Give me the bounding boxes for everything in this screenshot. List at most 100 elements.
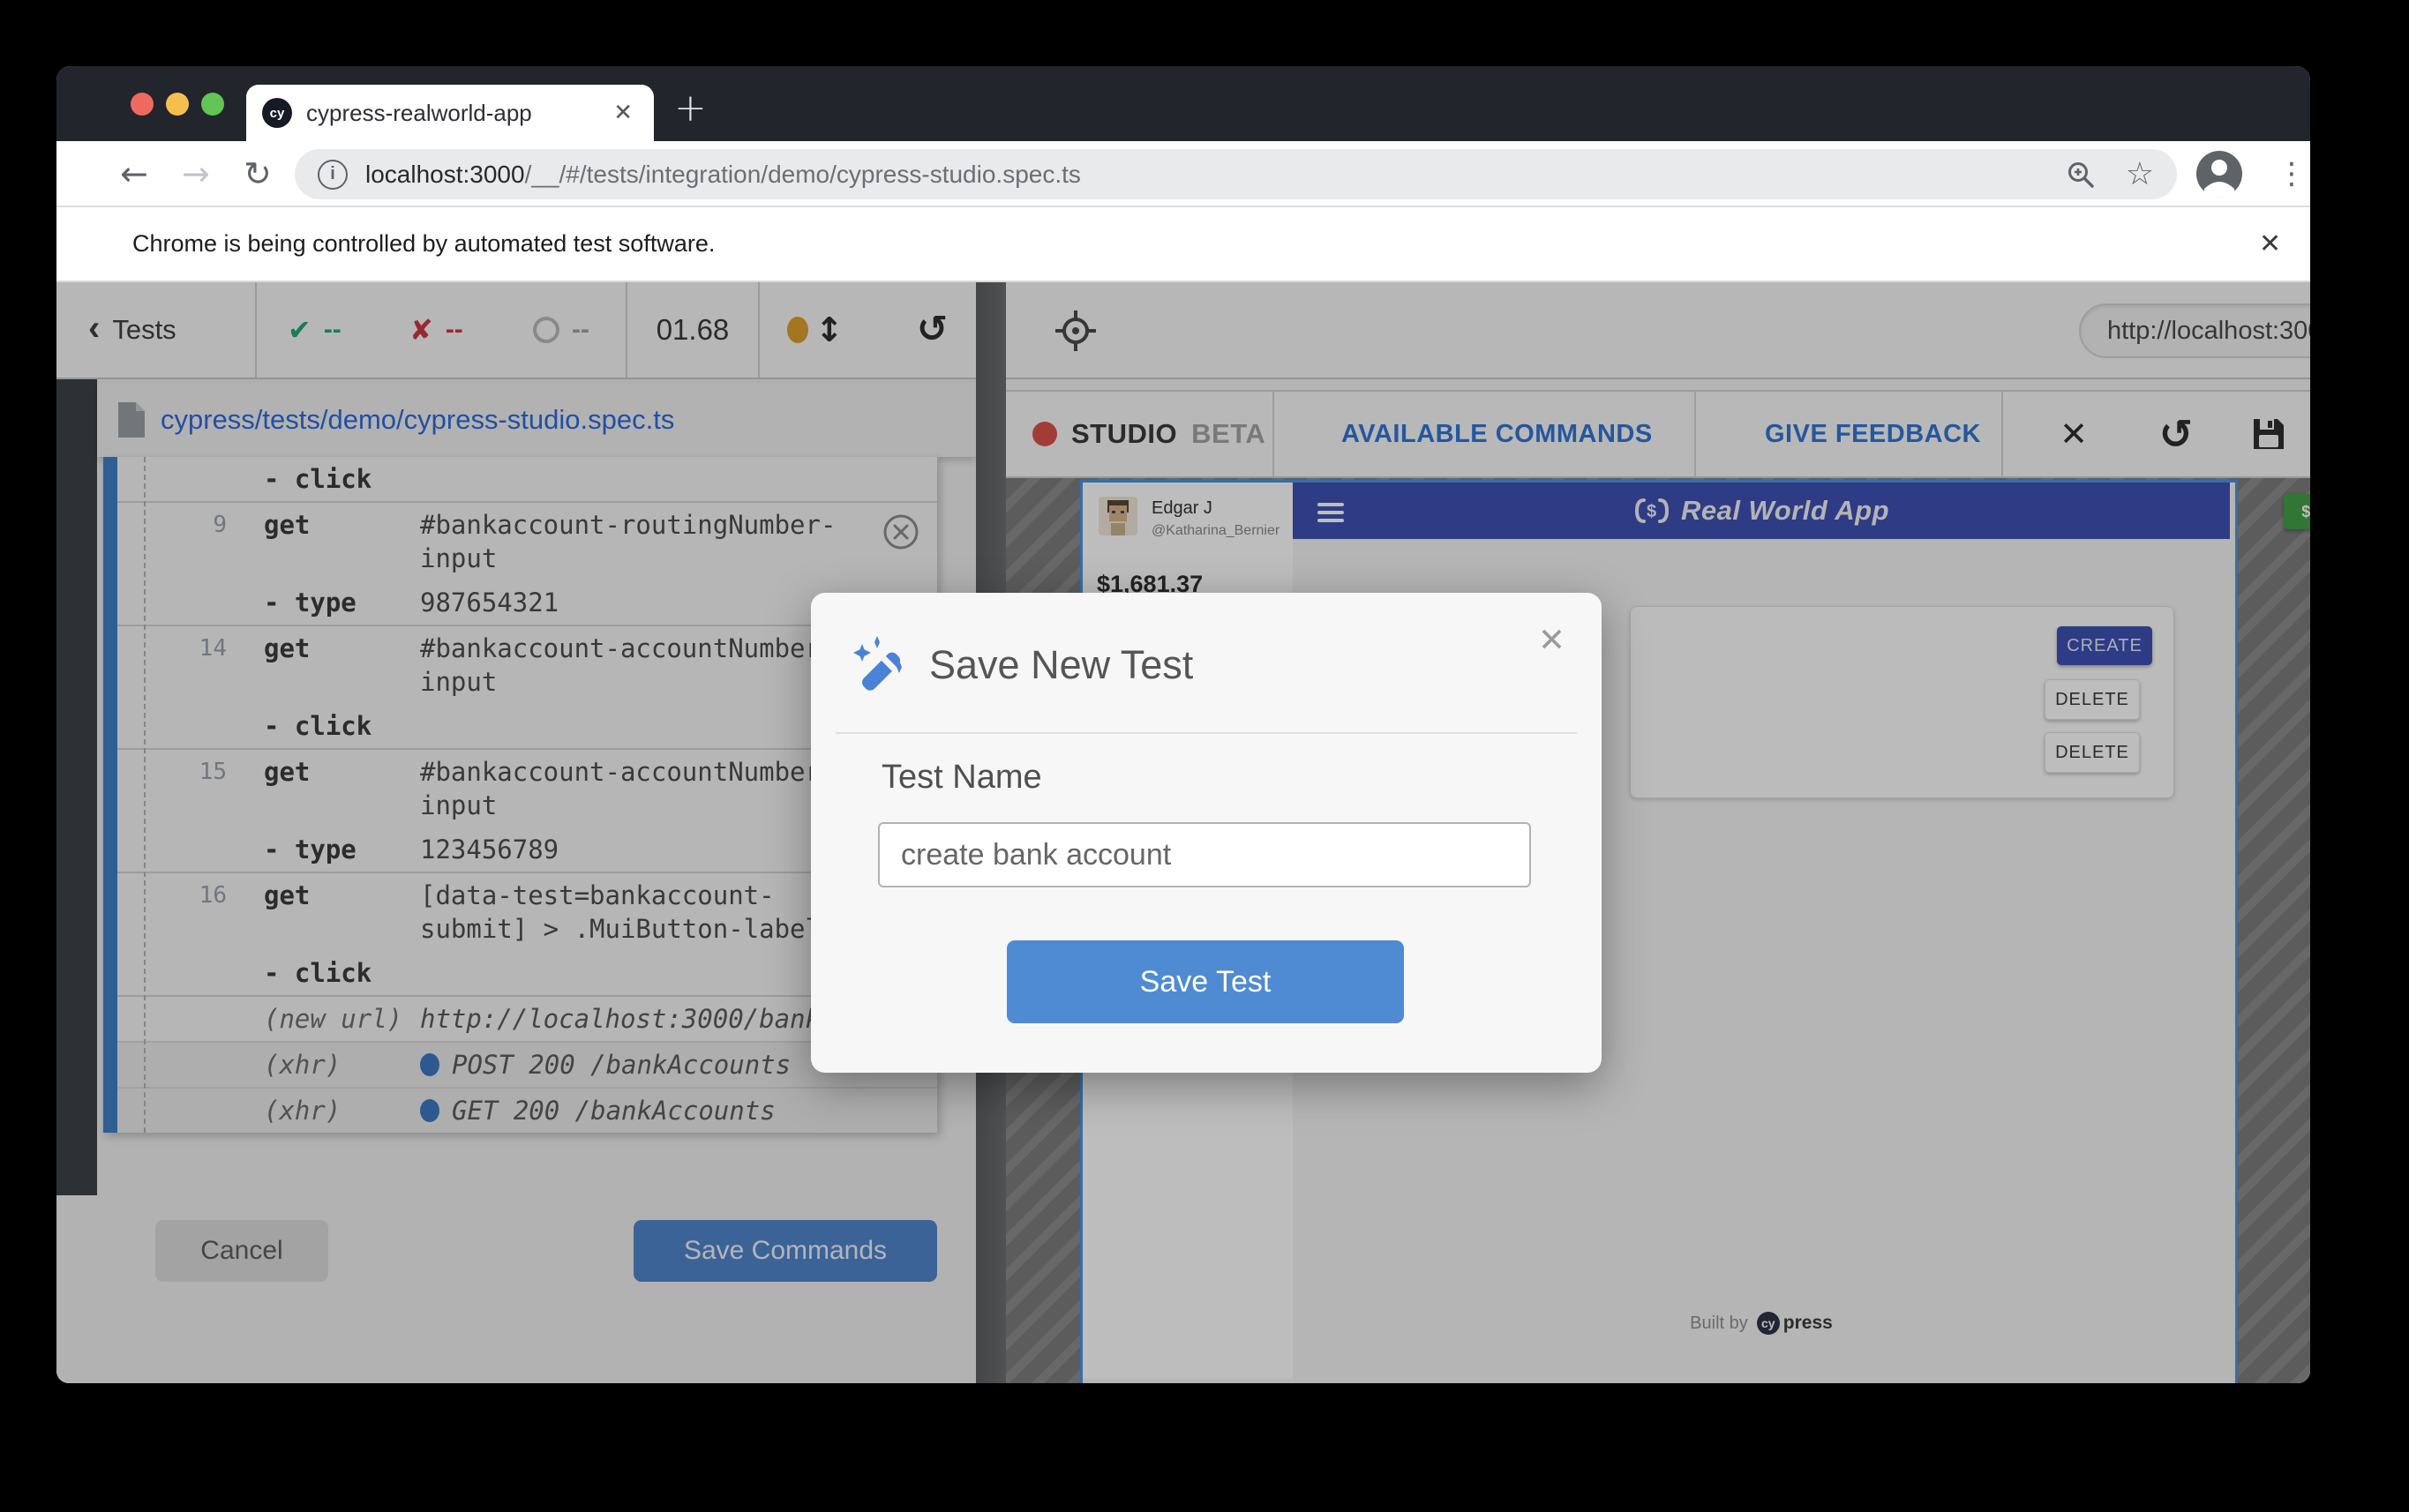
cypress-logo-icon: cy xyxy=(1757,1312,1780,1335)
studio-label: STUDIO BETA xyxy=(1032,392,1265,476)
command-method: - click xyxy=(251,956,420,990)
file-icon xyxy=(116,402,145,438)
command-method: (xhr) xyxy=(251,1094,420,1127)
hamburger-menu-icon[interactable] xyxy=(1317,498,1344,527)
x-mark-icon: ✘ xyxy=(409,313,433,347)
divider xyxy=(758,282,760,378)
back-icon[interactable]: ← xyxy=(120,141,148,207)
rwa-user-name: Edgar J xyxy=(1152,498,1212,519)
automation-banner-text: Chrome is being controlled by automated … xyxy=(132,207,715,281)
restart-tests-icon[interactable]: ↺ xyxy=(917,282,948,378)
passed-count: ✔ -- xyxy=(288,282,341,378)
command-method: get xyxy=(251,879,420,912)
scroll-arrows-icon: ↕ xyxy=(815,311,844,349)
url-path: /__/#/tests/integration/demo/cypress-stu… xyxy=(525,161,1081,189)
banner-close-icon[interactable]: ✕ xyxy=(2259,207,2281,281)
browser-titlebar: cy cypress-realworld-app ✕ + xyxy=(56,66,2310,141)
spec-header: cypress/tests/demo/cypress-studio.spec.t… xyxy=(97,383,976,457)
aut-toolbar: http://localhost:3000/bankaccounts 1280 … xyxy=(1006,282,2310,379)
command-message: POST 200 /bankAccounts xyxy=(420,1048,861,1082)
aut-url-input[interactable]: http://localhost:3000/bankaccounts xyxy=(2079,303,2310,358)
record-dot-icon xyxy=(1032,422,1057,446)
give-feedback-link[interactable]: GIVE FEEDBACK xyxy=(1765,392,1981,476)
indent-guide xyxy=(144,457,146,1133)
command-line-number: 9 xyxy=(117,508,251,542)
tab-close-icon[interactable]: ✕ xyxy=(608,100,638,126)
command-method: get xyxy=(251,508,420,542)
browser-tab[interactable]: cy cypress-realworld-app ✕ xyxy=(246,85,654,141)
command-message: GET 200 /bankAccounts xyxy=(420,1094,861,1127)
rwa-user-handle: @Katharina_Bernier xyxy=(1152,523,1280,539)
rwa-navbar: $ Real World App $ NEW 8 xyxy=(1293,483,2230,539)
maximize-window-button[interactable] xyxy=(201,93,224,116)
xhr-status-dot xyxy=(420,1099,439,1122)
reporter-toolbar: ‹ Tests ✔ -- ✘ -- -- 01.68 xyxy=(56,282,976,379)
rwa-create-button[interactable]: CREATE xyxy=(2057,626,2152,665)
rwa-delete-button[interactable]: DELETE xyxy=(2045,679,2140,720)
recording-dot-icon xyxy=(787,317,808,343)
circle-icon xyxy=(533,317,559,343)
rwa-delete-button[interactable]: DELETE xyxy=(2045,732,2140,773)
rwa-logo: $ Real World App xyxy=(1293,483,2230,539)
auto-scroll-toggle[interactable]: ↕ xyxy=(787,282,844,378)
command-message: 987654321 xyxy=(420,586,861,619)
address-bar[interactable]: i localhost:3000/__/#/tests/integration/… xyxy=(295,149,2177,199)
modal-close-icon[interactable]: ✕ xyxy=(1538,621,1565,659)
tab-title: cypress-realworld-app xyxy=(306,100,608,127)
minimize-window-button[interactable] xyxy=(166,93,189,116)
zoom-icon[interactable] xyxy=(2066,160,2096,190)
divider xyxy=(1272,392,1274,476)
command-method: - type xyxy=(251,833,420,866)
command-row[interactable]: 9 get #bankaccount-routingNumber-input xyxy=(117,501,937,580)
reporter-left-gutter xyxy=(56,379,97,1195)
command-message: #bankaccount-accountNumber-input xyxy=(420,755,861,822)
xhr-status-dot xyxy=(420,1053,439,1076)
command-method: - click xyxy=(251,462,420,496)
remove-command-icon[interactable] xyxy=(882,513,919,555)
modal-title: Save New Test xyxy=(929,642,1193,688)
browser-urlbar: ← → ↻ i localhost:3000/__/#/tests/integr… xyxy=(56,141,2310,207)
url-host: localhost:3000 xyxy=(365,161,525,189)
studio-toolbar: STUDIO BETA AVAILABLE COMMANDS GIVE FEED… xyxy=(1006,390,2310,478)
pending-count: -- xyxy=(533,282,589,378)
available-commands-link[interactable]: AVAILABLE COMMANDS xyxy=(1341,392,1653,476)
rwa-logo-icon: $ xyxy=(1633,498,1670,524)
test-name-input[interactable] xyxy=(878,822,1531,887)
studio-beta-badge: BETA xyxy=(1191,418,1265,450)
cancel-button[interactable]: Cancel xyxy=(155,1220,328,1282)
command-method: get xyxy=(251,755,420,789)
save-test-button[interactable]: Save Test xyxy=(1007,940,1404,1023)
svg-text:$: $ xyxy=(1647,502,1656,521)
close-window-button[interactable] xyxy=(131,93,154,116)
profile-avatar-icon[interactable] xyxy=(2195,150,2243,198)
cypress-favicon: cy xyxy=(262,98,292,128)
selector-playground-icon[interactable] xyxy=(1054,309,1098,353)
failed-count: ✘ -- xyxy=(409,282,463,378)
command-method: - type xyxy=(251,586,420,619)
rwa-footer: Built by cy press xyxy=(1293,1312,2230,1335)
rwa-user-avatar xyxy=(1099,497,1137,535)
save-new-test-modal: Save New Test ✕ Test Name Save Test xyxy=(811,593,1602,1073)
bookmark-star-icon[interactable]: ☆ xyxy=(2126,156,2154,192)
chevron-left-icon: ‹ xyxy=(88,311,100,346)
back-to-tests-button[interactable]: ‹ Tests xyxy=(88,282,176,378)
run-duration: 01.68 xyxy=(627,282,758,378)
divider xyxy=(836,732,1577,734)
command-line-number: 14 xyxy=(117,632,251,665)
new-tab-button[interactable]: + xyxy=(674,89,707,128)
command-method: get xyxy=(251,632,420,665)
page-info-icon[interactable]: i xyxy=(318,160,348,190)
reload-icon[interactable]: ↻ xyxy=(244,141,272,207)
spec-file-link[interactable]: cypress/tests/demo/cypress-studio.spec.t… xyxy=(161,404,674,436)
studio-undo-icon[interactable]: ↺ xyxy=(2132,392,2220,476)
studio-save-icon[interactable] xyxy=(2238,392,2300,476)
studio-close-icon[interactable]: ✕ xyxy=(2030,392,2118,476)
command-row[interactable]: - click xyxy=(117,457,937,501)
command-row[interactable]: (xhr) GET 200 /bankAccounts xyxy=(117,1087,937,1133)
rwa-new-transaction-button[interactable]: $ NEW xyxy=(2284,494,2310,529)
command-message: #bankaccount-accountNumber-input xyxy=(420,632,861,699)
forward-icon[interactable]: → xyxy=(182,141,210,207)
studio-name: STUDIO xyxy=(1071,418,1177,450)
menu-kebab-icon[interactable]: ⋮ xyxy=(2277,141,2308,207)
save-commands-button[interactable]: Save Commands xyxy=(634,1220,937,1282)
